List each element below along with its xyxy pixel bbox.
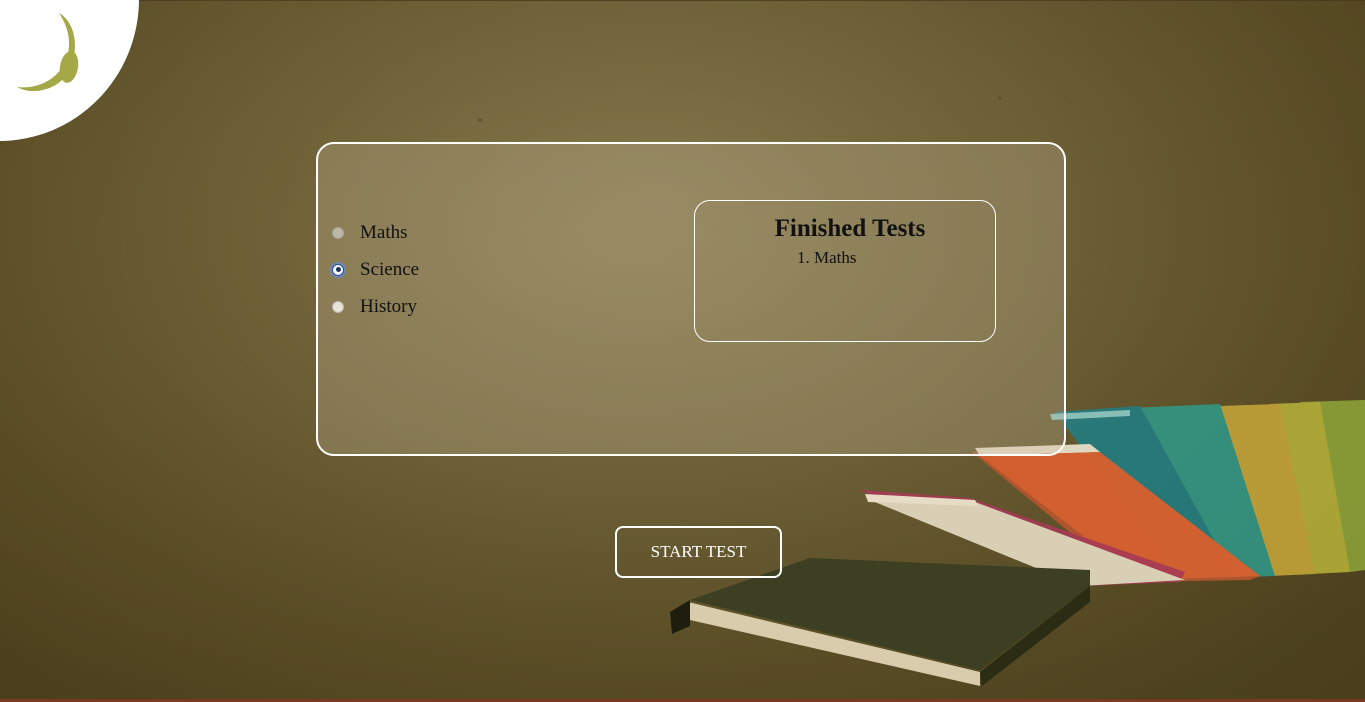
subject-option-maths[interactable]: Maths <box>332 214 419 251</box>
subject-label-maths: Maths <box>360 222 408 243</box>
science-radio[interactable] <box>332 263 344 276</box>
subject-option-science[interactable]: Science <box>332 251 419 288</box>
subject-selection-panel: Maths Science History Finished Tests 1. … <box>316 142 1066 456</box>
maths-radio[interactable] <box>332 226 344 239</box>
finished-tests-box: Finished Tests 1. Maths <box>694 200 996 342</box>
finished-tests-title: Finished Tests <box>774 215 926 242</box>
subject-option-history[interactable]: History <box>332 288 419 325</box>
history-radio[interactable] <box>332 300 344 313</box>
leaf-sprout-logo-icon <box>17 13 79 92</box>
subject-label-history: History <box>360 296 417 317</box>
finished-test-item: 1. Maths <box>797 248 857 267</box>
subject-radio-group: Maths Science History <box>332 214 419 325</box>
subject-label-science: Science <box>360 259 420 280</box>
finished-tests-list: 1. Maths <box>797 248 857 268</box>
start-test-button[interactable]: START TEST <box>615 526 782 578</box>
